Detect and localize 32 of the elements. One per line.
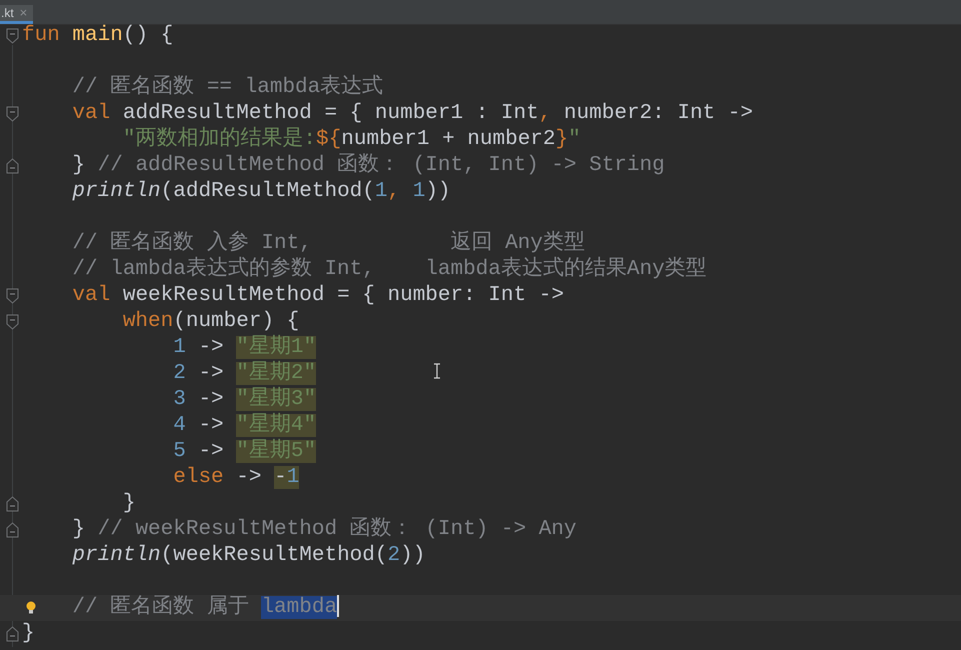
fold-marker-icon[interactable] [6, 522, 19, 538]
editor-tab[interactable]: .kt × [0, 5, 34, 24]
code-line: println(weekResultMethod(2)) [72, 543, 426, 569]
lightbulb-icon[interactable] [26, 601, 36, 614]
code-line: } // addResultMethod 函数： (Int, Int) -> String [72, 153, 665, 179]
code-line: 3 -> "星期3" [173, 387, 316, 412]
code-line: } [122, 491, 136, 517]
fold-marker-icon[interactable] [6, 496, 19, 512]
code-line: // 匿名函数 == lambda表达式 [72, 75, 384, 101]
code-line: else -> -1 [173, 465, 300, 491]
code-line: fun main() { [22, 23, 174, 49]
fold-marker-icon[interactable] [6, 626, 19, 642]
code-line: 4 -> "星期4" [173, 413, 316, 438]
code-line: // lambda表达式的参数 Int, lambda表达式的结果Any类型 [72, 257, 707, 283]
code-line: "两数相加的结果是:${number1 + number2}" [122, 127, 581, 153]
code-line: // 匿名函数 属于 lambda [72, 595, 340, 621]
fold-marker-icon[interactable] [6, 28, 19, 44]
code-line: val addResultMethod = { number1 : Int, number2: Int -> [72, 101, 753, 126]
fold-marker-icon[interactable] [6, 158, 19, 174]
code-line: val weekResultMethod = { number: Int -> [72, 283, 564, 309]
code-line: } [22, 621, 35, 647]
code-line: 1 -> "星期1" [173, 335, 316, 360]
fold-marker-icon[interactable] [6, 288, 19, 304]
fold-marker-icon[interactable] [6, 106, 19, 122]
code-line: 2 -> "星期2" [173, 361, 316, 386]
code-line: when(number) { [122, 309, 300, 334]
code-line: // 匿名函数 入参 Int, 返回 Any类型 [72, 231, 585, 256]
code-line: println(addResultMethod(1, 1)) [72, 179, 451, 205]
text-cursor-icon [433, 363, 441, 379]
fold-marker-icon[interactable] [6, 314, 19, 330]
code-line: 5 -> "星期5" [173, 439, 316, 465]
code-line: } // weekResultMethod 函数： (Int) -> Any [72, 517, 577, 543]
